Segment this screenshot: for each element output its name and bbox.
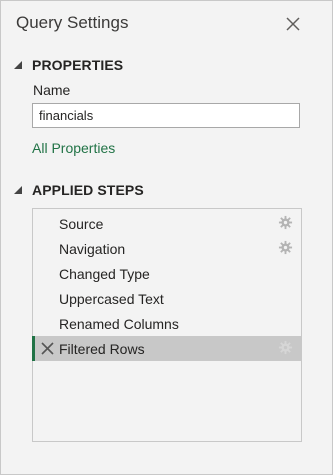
properties-heading: PROPERTIES	[32, 57, 124, 73]
step-label: Source	[59, 216, 104, 232]
applied-steps-heading: APPLIED STEPS	[32, 182, 144, 198]
step-navigation[interactable]: Navigation	[33, 236, 301, 261]
step-label: Navigation	[59, 241, 126, 257]
query-name-input[interactable]	[32, 103, 300, 128]
step-label: Filtered Rows	[59, 341, 145, 357]
step-label: Changed Type	[59, 266, 150, 282]
pane-title: Query Settings	[16, 13, 129, 32]
close-icon[interactable]	[283, 14, 303, 34]
step-renamed-columns[interactable]: Renamed Columns	[33, 311, 301, 336]
step-filtered-rows[interactable]: Filtered Rows	[32, 336, 301, 361]
collapse-triangle-icon[interactable]	[13, 185, 23, 195]
collapse-triangle-icon[interactable]	[13, 60, 23, 70]
gear-icon[interactable]	[278, 340, 293, 355]
step-source[interactable]: Source	[33, 211, 301, 236]
applied-steps-section-header[interactable]: APPLIED STEPS	[13, 182, 144, 198]
properties-section-header[interactable]: PROPERTIES	[13, 57, 123, 73]
query-settings-pane: Query Settings PROPERTIES Name All Prope…	[0, 0, 333, 475]
step-label: Uppercased Text	[59, 291, 164, 307]
applied-steps-list: Source Navigation Changed Type Uppercase…	[32, 208, 302, 442]
step-uppercased-text[interactable]: Uppercased Text	[33, 286, 301, 311]
gear-icon[interactable]	[278, 215, 293, 230]
name-label: Name	[33, 82, 71, 98]
delete-step-icon[interactable]	[41, 342, 54, 355]
step-label: Renamed Columns	[59, 316, 179, 332]
all-properties-link[interactable]: All Properties	[32, 140, 115, 156]
gear-icon[interactable]	[278, 240, 293, 255]
step-changed-type[interactable]: Changed Type	[33, 261, 301, 286]
